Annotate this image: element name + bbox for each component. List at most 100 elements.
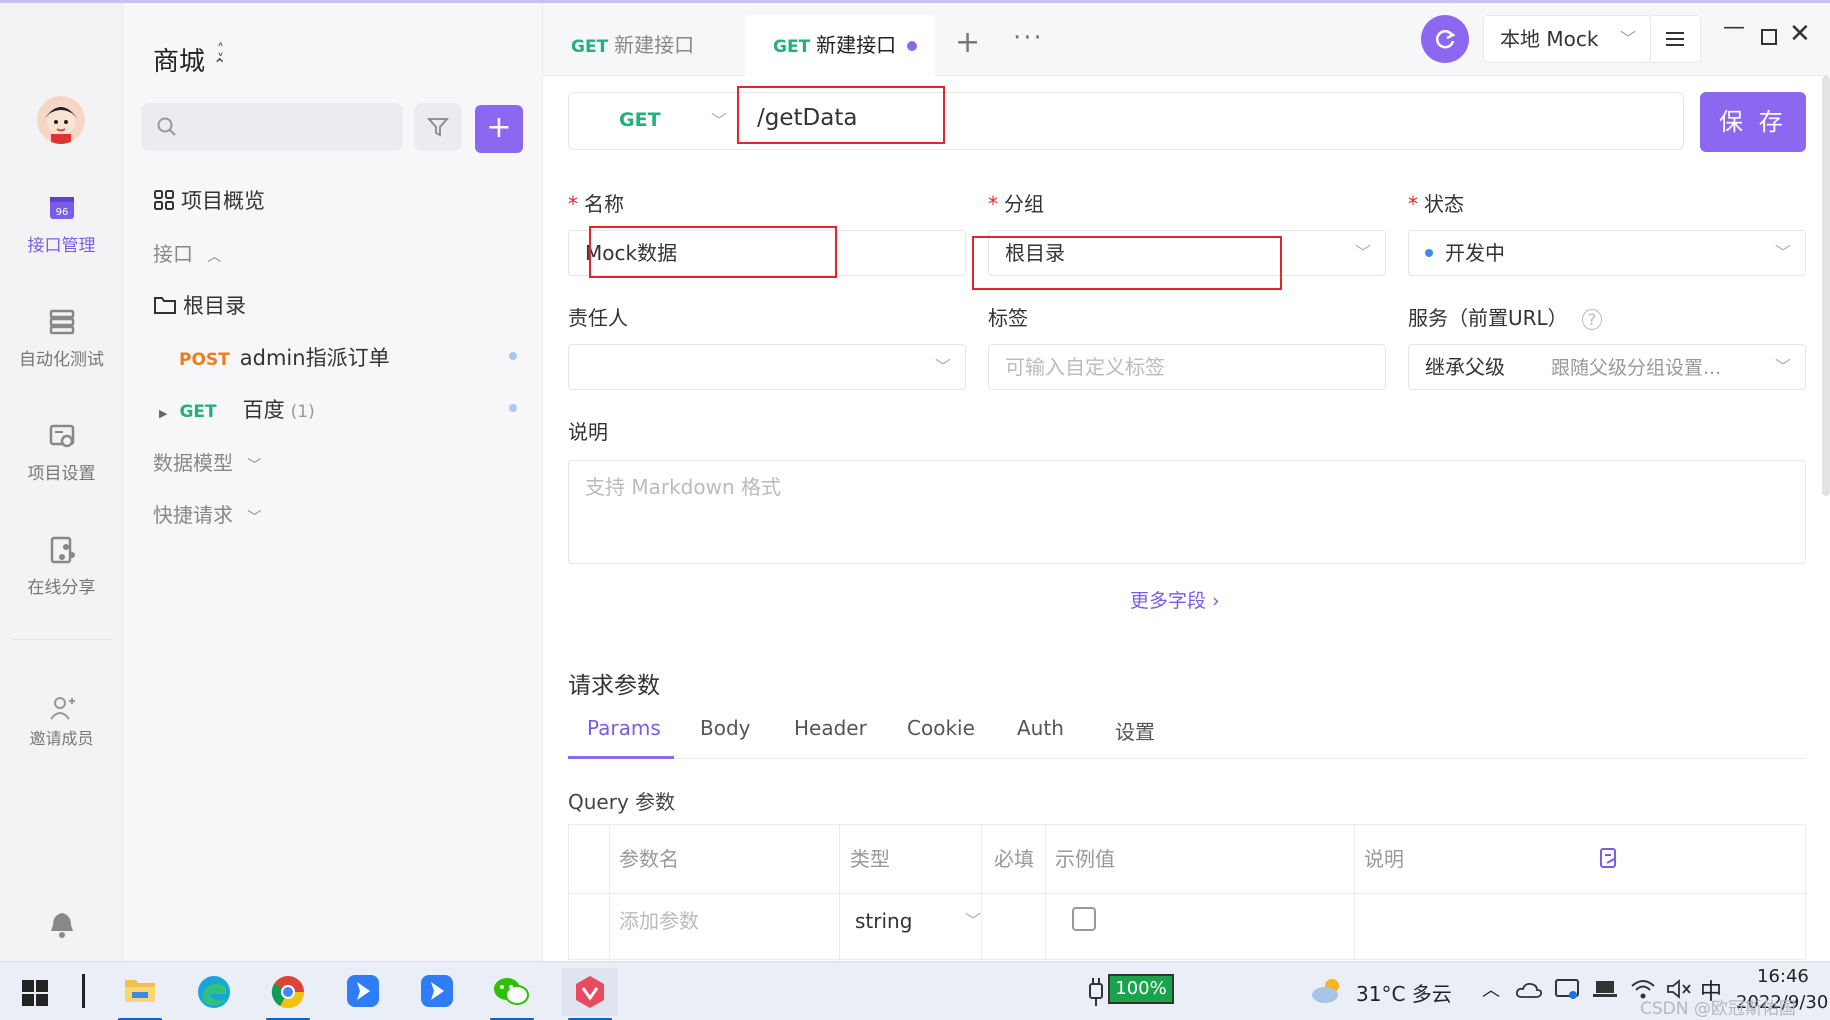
tab-body[interactable]: Body [700,716,751,740]
service-select[interactable]: 继承父级 跟随父级分组设置... ﹀ [1408,344,1806,390]
battery-indicator[interactable]: 100% [1108,974,1174,1004]
status-dot [509,352,517,360]
new-tab-button[interactable]: + [955,25,980,60]
status-select[interactable]: 开发中 ﹀ [1408,230,1806,276]
active-tab-indicator [568,756,674,759]
tab-settings[interactable]: 设置 [1115,716,1155,745]
project-title: 商城 [153,47,206,77]
tab-new-api[interactable]: GET 新建接口 [543,15,733,76]
project-switcher[interactable]: 商城 ⌃ [153,41,226,78]
tab-new-api-active[interactable]: GET 新建接口 [745,15,935,76]
rail-item-settings[interactable]: 项目设置 [0,421,123,484]
tab-bar: GET 新建接口 GET 新建接口 + ··· 本地 Mock ﹀ — ✕ [543,3,1830,76]
maximize-button[interactable] [1761,29,1777,45]
feishu-icon[interactable] [336,968,392,1016]
bulk-edit-icon[interactable] [1599,847,1619,869]
search-input[interactable] [141,103,403,151]
tree-item-api[interactable]: ▶ GET 百度 (1) [159,394,315,424]
chevron-down-icon: ﹀ [934,357,951,376]
weather-cloud-icon [1312,979,1339,1003]
explorer-icon[interactable] [112,968,168,1020]
data-model-header[interactable]: 数据模型 ﹀ [153,447,261,476]
bell-icon[interactable] [49,911,75,943]
tab-method: GET [773,37,811,57]
rail-item-api[interactable]: 96 接口管理 [0,193,123,256]
close-button[interactable]: ✕ [1789,19,1811,49]
column-header: 示例值 [1055,847,1115,871]
rail-item-autotest[interactable]: 自动化测试 [0,307,123,370]
api-section-header[interactable]: 接口 ︿ [153,238,221,267]
avatar[interactable] [37,96,85,144]
rail-item-label: 项目设置 [27,464,96,484]
status-dot [509,404,517,412]
tab-params[interactable]: Params [587,716,661,740]
project-panel: 商城 ⌃ ˄ ˅ + 项目概览 接口 ︿ 根目录 POST admin指派订单 ▶ GE… [123,3,543,961]
invite-icon [49,697,75,720]
tabs-divider [568,758,1806,759]
onedrive-icon[interactable] [1516,982,1542,998]
query-params-title: Query 参数 [568,790,676,814]
tab-auth[interactable]: Auth [1017,716,1064,740]
windows-start-icon[interactable] [22,980,48,1006]
clock-time[interactable]: 16:46 [1757,966,1809,987]
more-tabs-button[interactable]: ··· [1013,23,1044,53]
watermark: CSDN @欧冠斯佑国 [1640,999,1796,1019]
help-icon[interactable]: ? [1581,309,1603,330]
row-divider [569,893,1807,894]
tab-cookie[interactable]: Cookie [907,716,975,740]
description-textarea[interactable]: 支持 Markdown 格式 [568,460,1806,564]
column-header: 参数名 [619,847,679,871]
quick-request-header[interactable]: 快捷请求 ﹀ [153,499,261,528]
rail-item-label: 自动化测试 [19,350,104,370]
chevron-down-icon: ﹀ [1354,243,1371,262]
add-button[interactable]: + [475,105,523,153]
rail-item-invite[interactable]: 邀请成员 [0,695,123,749]
column-header: 必填 [994,847,1034,871]
required-checkbox[interactable] [1072,907,1096,931]
tab-title: 新建接口 [614,33,695,57]
item-count: (1) [290,402,315,422]
layers-icon [49,309,74,335]
sync-button[interactable] [1421,15,1469,63]
type-select[interactable]: string ﹀ [855,893,981,953]
svg-text:96: 96 [55,207,68,218]
minimize-button[interactable]: — [1723,15,1745,40]
tree-item-overview[interactable]: 项目概览 [153,185,265,215]
rail-item-share[interactable]: 在线分享 [0,535,123,598]
url-bar[interactable]: GET ﹀ /getData [568,92,1684,150]
save-button[interactable]: 保 存 [1700,92,1806,152]
quick-request-label: 快捷请求 [153,503,233,527]
chrome-icon[interactable] [260,968,316,1020]
method-select[interactable]: GET [619,109,661,131]
scrollbar[interactable] [1822,76,1830,496]
tree-item-api[interactable]: POST admin指派订单 [179,342,390,372]
chevron-down-icon: ﹀ [1774,357,1791,376]
tags-input[interactable]: 可输入自定义标签 [988,344,1386,390]
tree-folder-root[interactable]: 根目录 [153,290,246,320]
request-params-title: 请求参数 [568,673,660,699]
owner-select[interactable]: ﹀ [568,344,966,390]
menu-button[interactable] [1651,15,1701,63]
wechat-icon[interactable] [484,968,540,1020]
apifox-icon[interactable] [562,968,618,1020]
laptop-icon[interactable] [1592,978,1618,1000]
taskview-icon[interactable] [82,974,85,1008]
feishu-icon[interactable] [410,968,466,1016]
more-fields-link[interactable]: 更多字段 › [1130,586,1220,613]
environment-select[interactable]: 本地 Mock ﹀ [1483,15,1651,63]
filter-icon [427,118,449,137]
add-param-input[interactable]: 添加参数 [619,893,699,953]
highlight-box [972,236,1282,290]
display-icon[interactable] [1554,978,1580,1002]
tab-header[interactable]: Header [794,716,867,740]
filter-button[interactable] [414,103,462,151]
edge-icon[interactable] [186,968,242,1016]
tab-method: GET [571,37,609,57]
api-name: admin指派订单 [239,346,390,370]
column-header: 说明 [1364,847,1404,871]
grid-icon [154,190,174,210]
chevron-up-icon[interactable]: ︿ [1482,976,1500,1002]
plug-icon [1089,978,1103,1006]
chevron-updown-icon: ˄ ˅ [217,42,224,68]
weather-text[interactable]: 31°C 多云 [1356,978,1452,1007]
